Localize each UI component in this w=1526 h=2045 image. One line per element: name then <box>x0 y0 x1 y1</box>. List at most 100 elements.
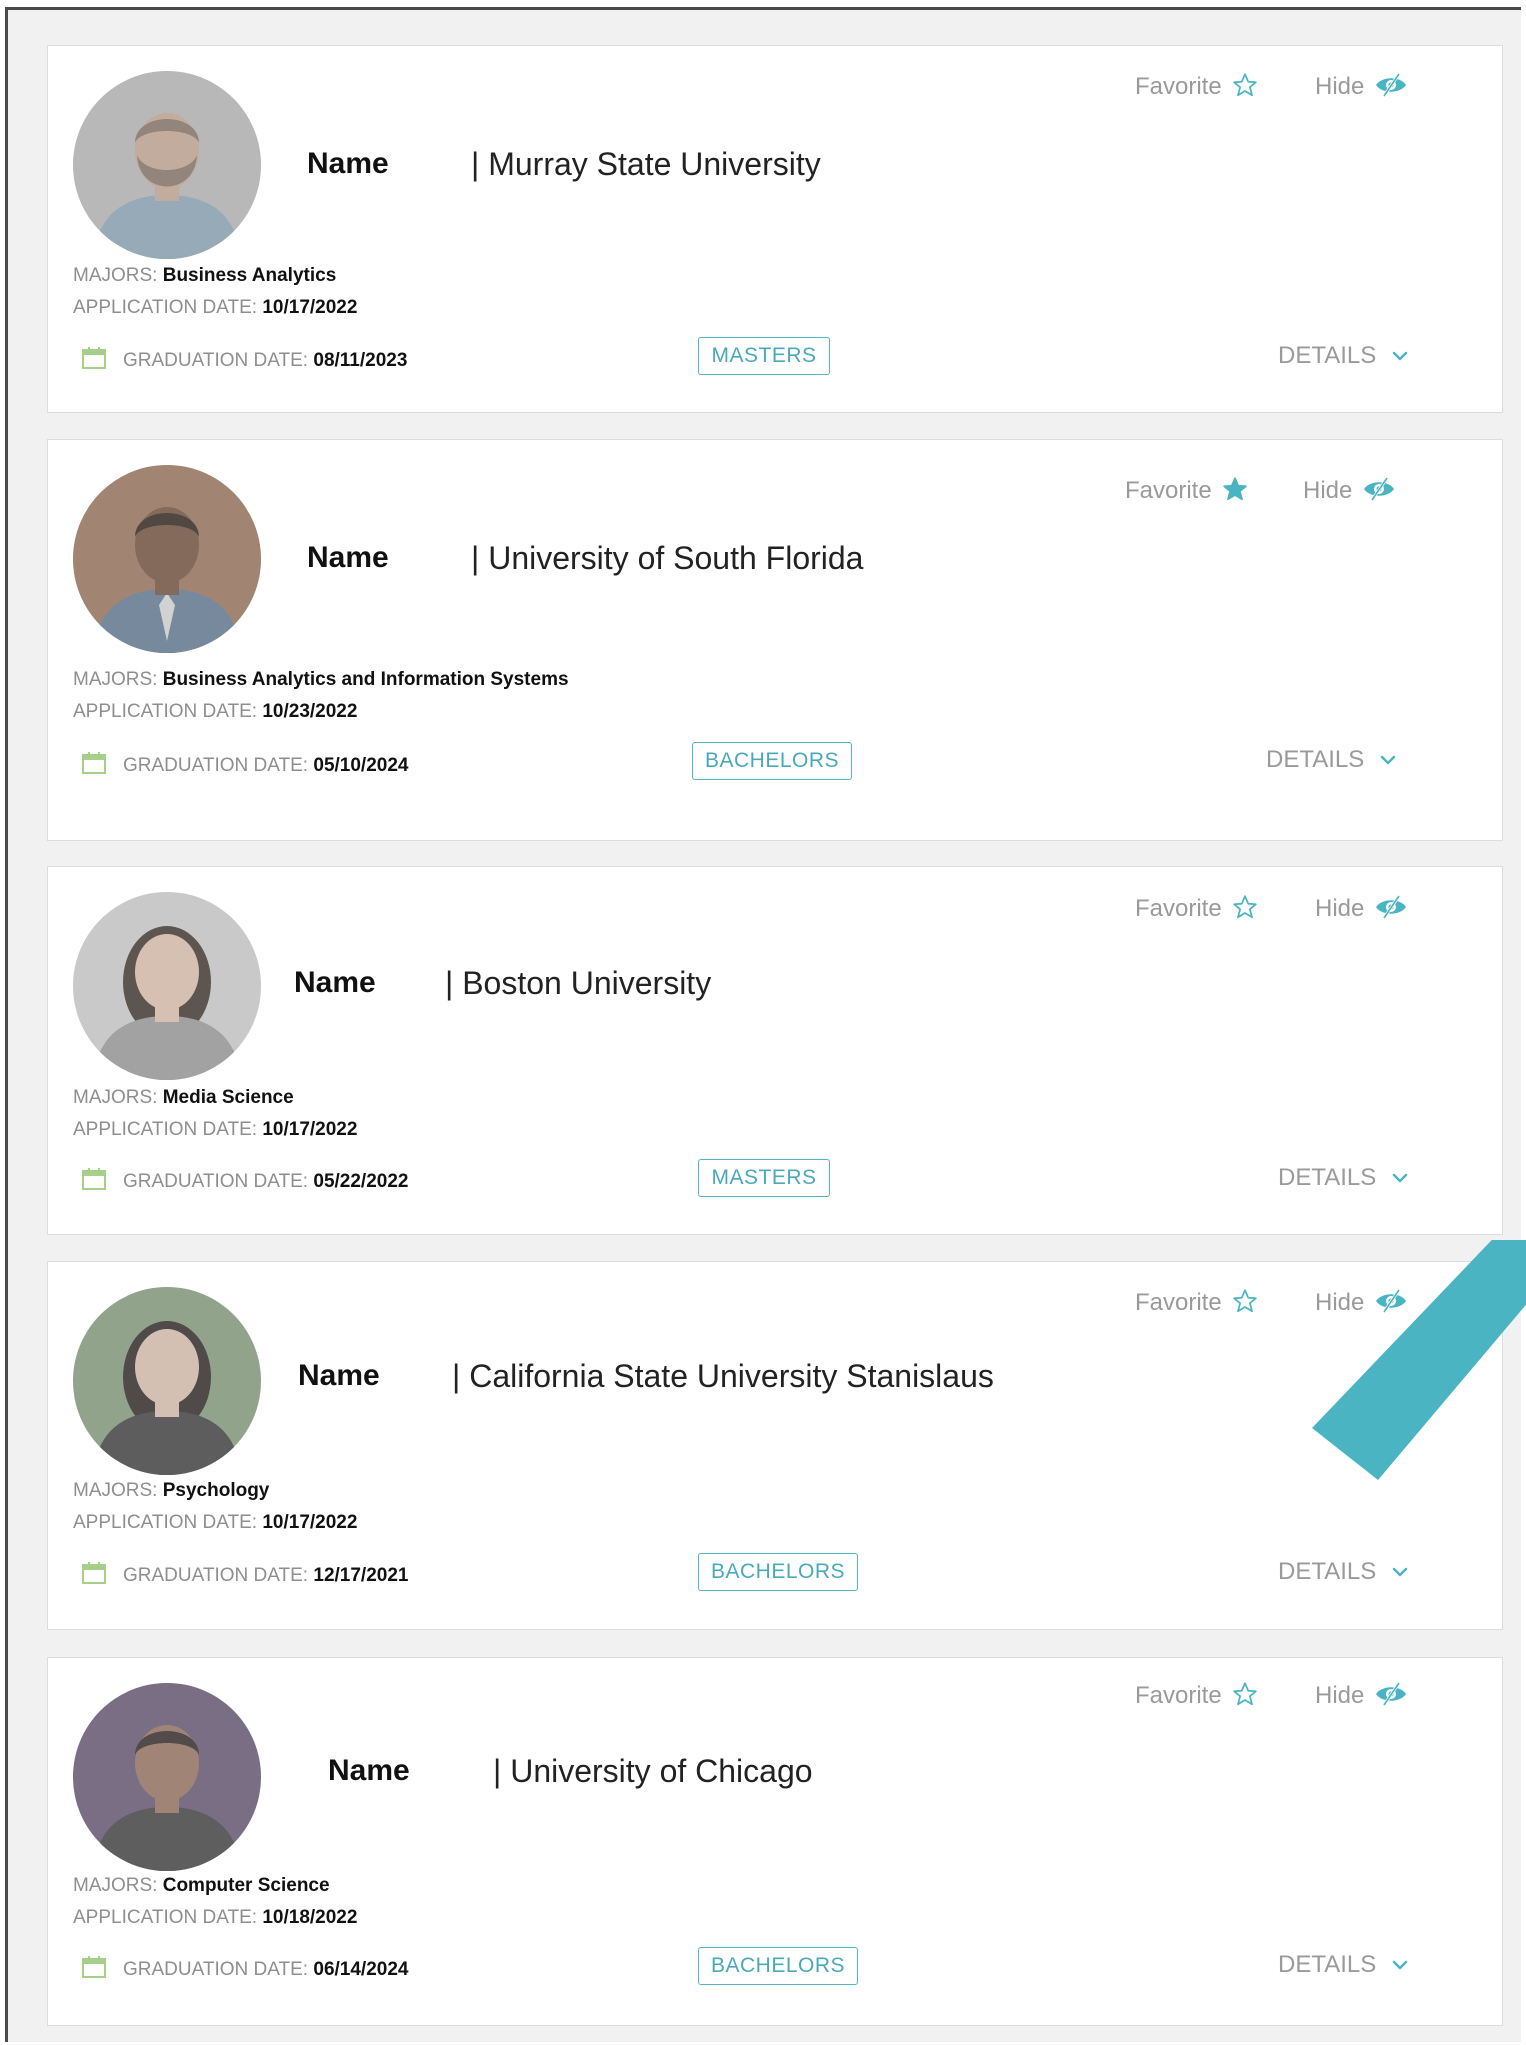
details-toggle[interactable]: DETAILS <box>1278 1951 1408 1979</box>
majors-value: Business Analytics <box>162 265 337 286</box>
hide-button[interactable]: Hide <box>1315 1681 1408 1710</box>
application-date-row: APPLICATION DATE: 10/23/2022 <box>73 701 357 723</box>
majors-value: Psychology <box>162 1480 270 1501</box>
graduation-date-value: 06/14/2024 <box>313 1959 409 1980</box>
eye-slash-icon <box>1364 1682 1408 1709</box>
graduation-date-label: GRADUATION DATE: <box>123 1565 309 1586</box>
graduation-date-label: GRADUATION DATE: <box>123 1959 309 1980</box>
majors-row: MAJORS: Media Science <box>73 1087 294 1109</box>
degree-badge: MASTERS <box>698 1159 830 1197</box>
details-toggle[interactable]: DETAILS <box>1278 1164 1408 1192</box>
hide-button[interactable]: Hide <box>1315 1288 1408 1317</box>
university-name: | Boston University <box>445 965 712 1001</box>
degree-badge: BACHELORS <box>692 742 852 780</box>
university-name: | Murray State University <box>471 146 821 182</box>
majors-row: MAJORS: Psychology <box>73 1480 269 1502</box>
application-date-label: APPLICATION DATE: <box>73 1907 258 1928</box>
graduation-date-row: GRADUATION DATE: 12/17/2021 <box>81 1561 408 1587</box>
application-date-label: APPLICATION DATE: <box>73 297 258 318</box>
graduation-date-label: GRADUATION DATE: <box>123 350 309 371</box>
application-date-label: APPLICATION DATE: <box>73 1512 258 1533</box>
favorite-button[interactable]: Favorite <box>1135 1681 1258 1710</box>
student-list-panel: Name | Murray State University MAJORS: Bus… <box>5 7 1521 2042</box>
graduation-date-row: GRADUATION DATE: 08/11/2023 <box>81 346 407 372</box>
details-toggle[interactable]: DETAILS <box>1278 342 1408 370</box>
favorite-button[interactable]: Favorite <box>1135 1288 1258 1317</box>
calendar-icon <box>81 347 123 371</box>
star-outline-icon <box>1222 73 1258 100</box>
student-card: Name | California State University Stanis… <box>47 1261 1503 1630</box>
application-date-row: APPLICATION DATE: 10/18/2022 <box>73 1907 357 1929</box>
chevron-down-icon <box>1376 1164 1408 1191</box>
calendar-icon <box>81 1562 123 1586</box>
details-label: DETAILS <box>1266 746 1365 773</box>
favorite-button[interactable]: Favorite <box>1135 72 1258 101</box>
favorite-label: Favorite <box>1135 895 1222 922</box>
avatar <box>73 71 261 259</box>
chevron-down-icon <box>1376 1951 1408 1978</box>
application-date-value: 10/17/2022 <box>262 297 358 318</box>
avatar <box>73 1683 261 1871</box>
details-label: DETAILS <box>1278 342 1377 369</box>
hide-button[interactable]: Hide <box>1315 72 1408 101</box>
student-name: Name <box>298 1359 380 1392</box>
graduation-date-label: GRADUATION DATE: <box>123 1171 309 1192</box>
majors-label: MAJORS: <box>73 1087 158 1108</box>
eye-slash-icon <box>1364 73 1408 100</box>
hide-button[interactable]: Hide <box>1303 476 1396 505</box>
chevron-down-icon <box>1376 1558 1408 1585</box>
favorite-label: Favorite <box>1135 1682 1222 1709</box>
university-name: | University of Chicago <box>493 1753 813 1789</box>
calendar-icon <box>81 752 123 776</box>
degree-badge: MASTERS <box>698 337 830 375</box>
application-date-value: 10/18/2022 <box>262 1907 358 1928</box>
majors-label: MAJORS: <box>73 265 158 286</box>
student-name: Name <box>294 966 376 999</box>
majors-label: MAJORS: <box>73 669 158 690</box>
avatar <box>73 465 261 653</box>
graduation-date-row: GRADUATION DATE: 06/14/2024 <box>81 1955 408 1981</box>
eye-slash-icon <box>1364 895 1408 922</box>
eye-slash-icon <box>1364 1289 1408 1316</box>
university-name: | University of South Florida <box>471 540 864 576</box>
star-filled-icon <box>1212 477 1248 504</box>
degree-badge: BACHELORS <box>698 1947 858 1985</box>
application-date-value: 10/17/2022 <box>262 1119 358 1140</box>
majors-row: MAJORS: Computer Science <box>73 1875 330 1897</box>
majors-label: MAJORS: <box>73 1875 158 1896</box>
avatar <box>73 1287 261 1475</box>
majors-value: Computer Science <box>162 1875 330 1896</box>
hide-label: Hide <box>1315 1289 1365 1316</box>
majors-label: MAJORS: <box>73 1480 158 1501</box>
student-name: Name <box>307 147 389 180</box>
favorite-label: Favorite <box>1135 1289 1222 1316</box>
hide-label: Hide <box>1315 1682 1365 1709</box>
majors-row: MAJORS: Business Analytics and Informati… <box>73 669 569 691</box>
graduation-date-label: GRADUATION DATE: <box>123 755 309 776</box>
details-toggle[interactable]: DETAILS <box>1278 1558 1408 1586</box>
graduation-date-value: 08/11/2023 <box>313 350 408 371</box>
favorite-label: Favorite <box>1135 73 1222 100</box>
hide-label: Hide <box>1315 73 1365 100</box>
graduation-date-value: 05/22/2022 <box>313 1171 409 1192</box>
avatar <box>73 892 261 1080</box>
hide-label: Hide <box>1303 477 1353 504</box>
favorite-label: Favorite <box>1125 477 1212 504</box>
hide-label: Hide <box>1315 895 1365 922</box>
student-name: Name <box>328 1754 410 1787</box>
graduation-date-value: 12/17/2021 <box>313 1565 409 1586</box>
calendar-icon <box>81 1956 123 1980</box>
details-label: DETAILS <box>1278 1164 1377 1191</box>
hide-button[interactable]: Hide <box>1315 894 1408 923</box>
application-date-row: APPLICATION DATE: 10/17/2022 <box>73 297 357 319</box>
graduation-date-value: 05/10/2024 <box>313 755 409 776</box>
eye-slash-icon <box>1352 477 1396 504</box>
majors-value: Media Science <box>162 1087 294 1108</box>
details-toggle[interactable]: DETAILS <box>1266 746 1396 774</box>
application-date-label: APPLICATION DATE: <box>73 1119 258 1140</box>
student-card: Name | Boston University MAJORS: Media Sci… <box>47 866 1503 1235</box>
favorite-button[interactable]: Favorite <box>1125 476 1248 505</box>
favorite-button[interactable]: Favorite <box>1135 894 1258 923</box>
student-card: Name | University of South Florida MAJORS:… <box>47 439 1503 841</box>
degree-badge: BACHELORS <box>698 1553 858 1591</box>
